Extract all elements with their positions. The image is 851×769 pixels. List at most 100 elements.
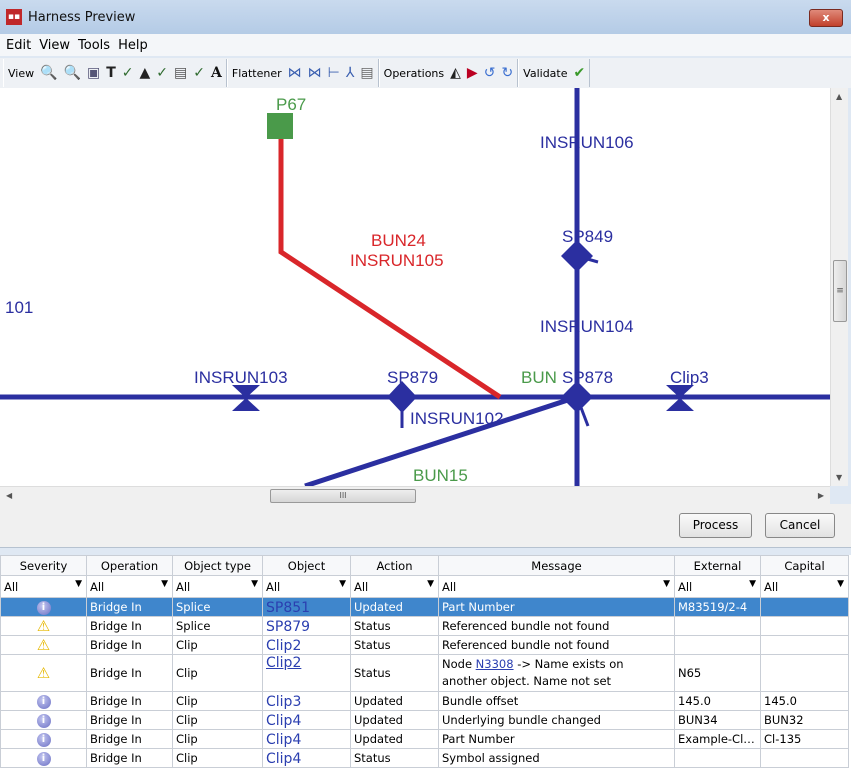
title-bar: ▪▪ Harness Preview x [0,0,851,34]
column-header-external[interactable]: External [674,555,761,576]
menu-help[interactable]: Help [118,38,148,53]
notes-icon[interactable]: ▤ [360,65,373,81]
rotate-left-icon[interactable]: ↺ [484,65,496,81]
validate-group: Validate ✔ [518,59,591,87]
table-row[interactable]: i Bridge In Clip Clip4 Updated Underlying bun… [0,710,849,730]
chevron-down-icon[interactable]: ▼ [427,579,434,589]
column-header-capital[interactable]: Capital [760,555,849,576]
chevron-down-icon[interactable]: ▼ [251,579,258,589]
filter-external[interactable]: All ▼ [674,575,761,598]
action-cell: Status [350,616,439,636]
object-cell[interactable]: Clip4 [262,729,351,749]
object-cell[interactable]: Clip4 [262,748,351,768]
connector-icon[interactable]: ✓ [156,65,168,81]
cancel-button[interactable]: Cancel [765,513,835,538]
column-header-type[interactable]: Object type [172,555,263,576]
object-cell[interactable]: Clip2 [262,654,351,692]
scroll-right-icon[interactable]: ▶ [818,491,824,500]
flatten-check-icon[interactable]: ⋈ [308,65,322,81]
menu-view[interactable]: View [39,38,70,53]
table-row[interactable]: i Bridge In Clip Clip4 Updated Part Number Exa… [0,729,849,749]
text-icon[interactable]: T [106,65,116,81]
capital-cell [760,748,849,768]
filter-capital[interactable]: All ▼ [760,575,849,598]
action-cell: Status [350,654,439,692]
scroll-down-icon[interactable]: ▼ [836,473,842,482]
object-link[interactable]: SP879 [266,619,310,635]
object-link[interactable]: Clip2 [266,638,301,654]
object-cell[interactable]: Clip2 [262,635,351,655]
n101-label: 101 [5,298,33,317]
table-row[interactable]: i Bridge In Clip Clip4 Status Symbol assigned [0,748,849,768]
vertical-scrollbar[interactable]: ▲ ≡ ▼ [830,88,848,486]
object-cell[interactable]: SP879 [262,616,351,636]
component-icon[interactable]: ▤ [174,65,187,81]
object-cell[interactable]: SP851 [262,597,351,617]
split-icon[interactable]: ⊢ [328,65,340,81]
close-button[interactable]: x [809,9,843,27]
horizontal-scrollbar[interactable]: ◀ III ▶ [0,486,830,504]
capital-cell: 145.0 [760,691,849,711]
flip-icon[interactable]: ▶ [467,65,478,81]
capital-cell: Cl-135 [760,729,849,749]
table-row[interactable]: ⚠ Bridge In Clip Clip2 Status Referenced bund… [0,635,849,655]
chevron-down-icon[interactable]: ▼ [75,579,82,589]
object-link[interactable]: Clip4 [266,713,301,729]
column-header-object[interactable]: Object [262,555,351,576]
column-header-message[interactable]: Message [438,555,675,576]
flatten-icon[interactable]: ⋈ [288,65,302,81]
zoom-fit-icon[interactable]: ▣ [87,65,100,81]
filter-action[interactable]: All ▼ [350,575,439,598]
capital-cell: BUN32 [760,710,849,730]
scroll-left-icon[interactable]: ◀ [6,491,12,500]
column-header-severity[interactable]: Severity [0,555,87,576]
menu-tools[interactable]: Tools [78,38,110,53]
chevron-down-icon[interactable]: ▼ [339,579,346,589]
chevron-down-icon[interactable]: ▼ [837,579,844,589]
filter-value: All [4,579,19,594]
process-button[interactable]: Process [679,513,752,538]
filter-object[interactable]: All ▼ [262,575,351,598]
message-text: Underlying bundle changed [442,713,601,727]
object-link[interactable]: SP851 [266,600,310,616]
zoom-in-icon[interactable]: 🔍 [40,65,57,81]
filter-message[interactable]: All ▼ [438,575,675,598]
table-row[interactable]: ⚠ Bridge In Splice SP879 Status Referenced bu… [0,616,849,636]
layer-icon[interactable]: ▲ [140,65,151,81]
table-row[interactable]: ⚠ Bridge In Clip Clip2 Status Node N3308 -> N… [0,654,849,692]
filter-value: All [266,579,281,594]
results-table: Severity Operation Object type Object Action… [0,555,851,769]
object-cell[interactable]: Clip3 [262,691,351,711]
column-header-action[interactable]: Action [350,555,439,576]
menu-edit[interactable]: Edit [6,38,31,53]
object-link[interactable]: Clip4 [266,751,301,767]
filter-type[interactable]: All ▼ [172,575,263,598]
column-header-operation[interactable]: Operation [86,555,173,576]
vertical-scroll-thumb[interactable]: ≡ [833,260,847,322]
bundle-icon[interactable]: ✓ [193,65,205,81]
font-icon[interactable]: A [211,65,222,81]
tag-icon[interactable]: ✓ [122,65,134,81]
p67-connector[interactable] [267,113,293,139]
node-link[interactable]: N3308 [476,657,514,671]
harness-canvas[interactable]: P67 BUN24 INSRUN105 INSRUN106 SP849 INSR… [0,88,830,486]
mirror-icon[interactable]: ◭ [450,65,461,81]
object-cell[interactable]: Clip4 [262,710,351,730]
zoom-out-icon[interactable]: 🔍 [64,65,81,81]
table-row[interactable]: i Bridge In Clip Clip3 Updated Bundle offset 1… [0,691,849,711]
chevron-down-icon[interactable]: ▼ [161,579,168,589]
object-link[interactable]: Clip4 [266,732,301,748]
filter-severity[interactable]: All ▼ [0,575,87,598]
object-link[interactable]: Clip2 [266,656,301,672]
branch-icon[interactable]: ⅄ [346,65,355,81]
chevron-down-icon[interactable]: ▼ [663,579,670,589]
rotate-right-icon[interactable]: ↻ [501,65,513,81]
filter-value: All [442,579,457,594]
validate-check-icon[interactable]: ✔ [574,65,586,81]
chevron-down-icon[interactable]: ▼ [749,579,756,589]
object-link[interactable]: Clip3 [266,694,301,710]
scroll-up-icon[interactable]: ▲ [836,92,842,101]
table-row[interactable]: i Bridge In Splice SP851 Updated Part Number M… [0,597,849,617]
filter-operation[interactable]: All ▼ [86,575,173,598]
horizontal-scroll-thumb[interactable]: III [270,489,416,503]
